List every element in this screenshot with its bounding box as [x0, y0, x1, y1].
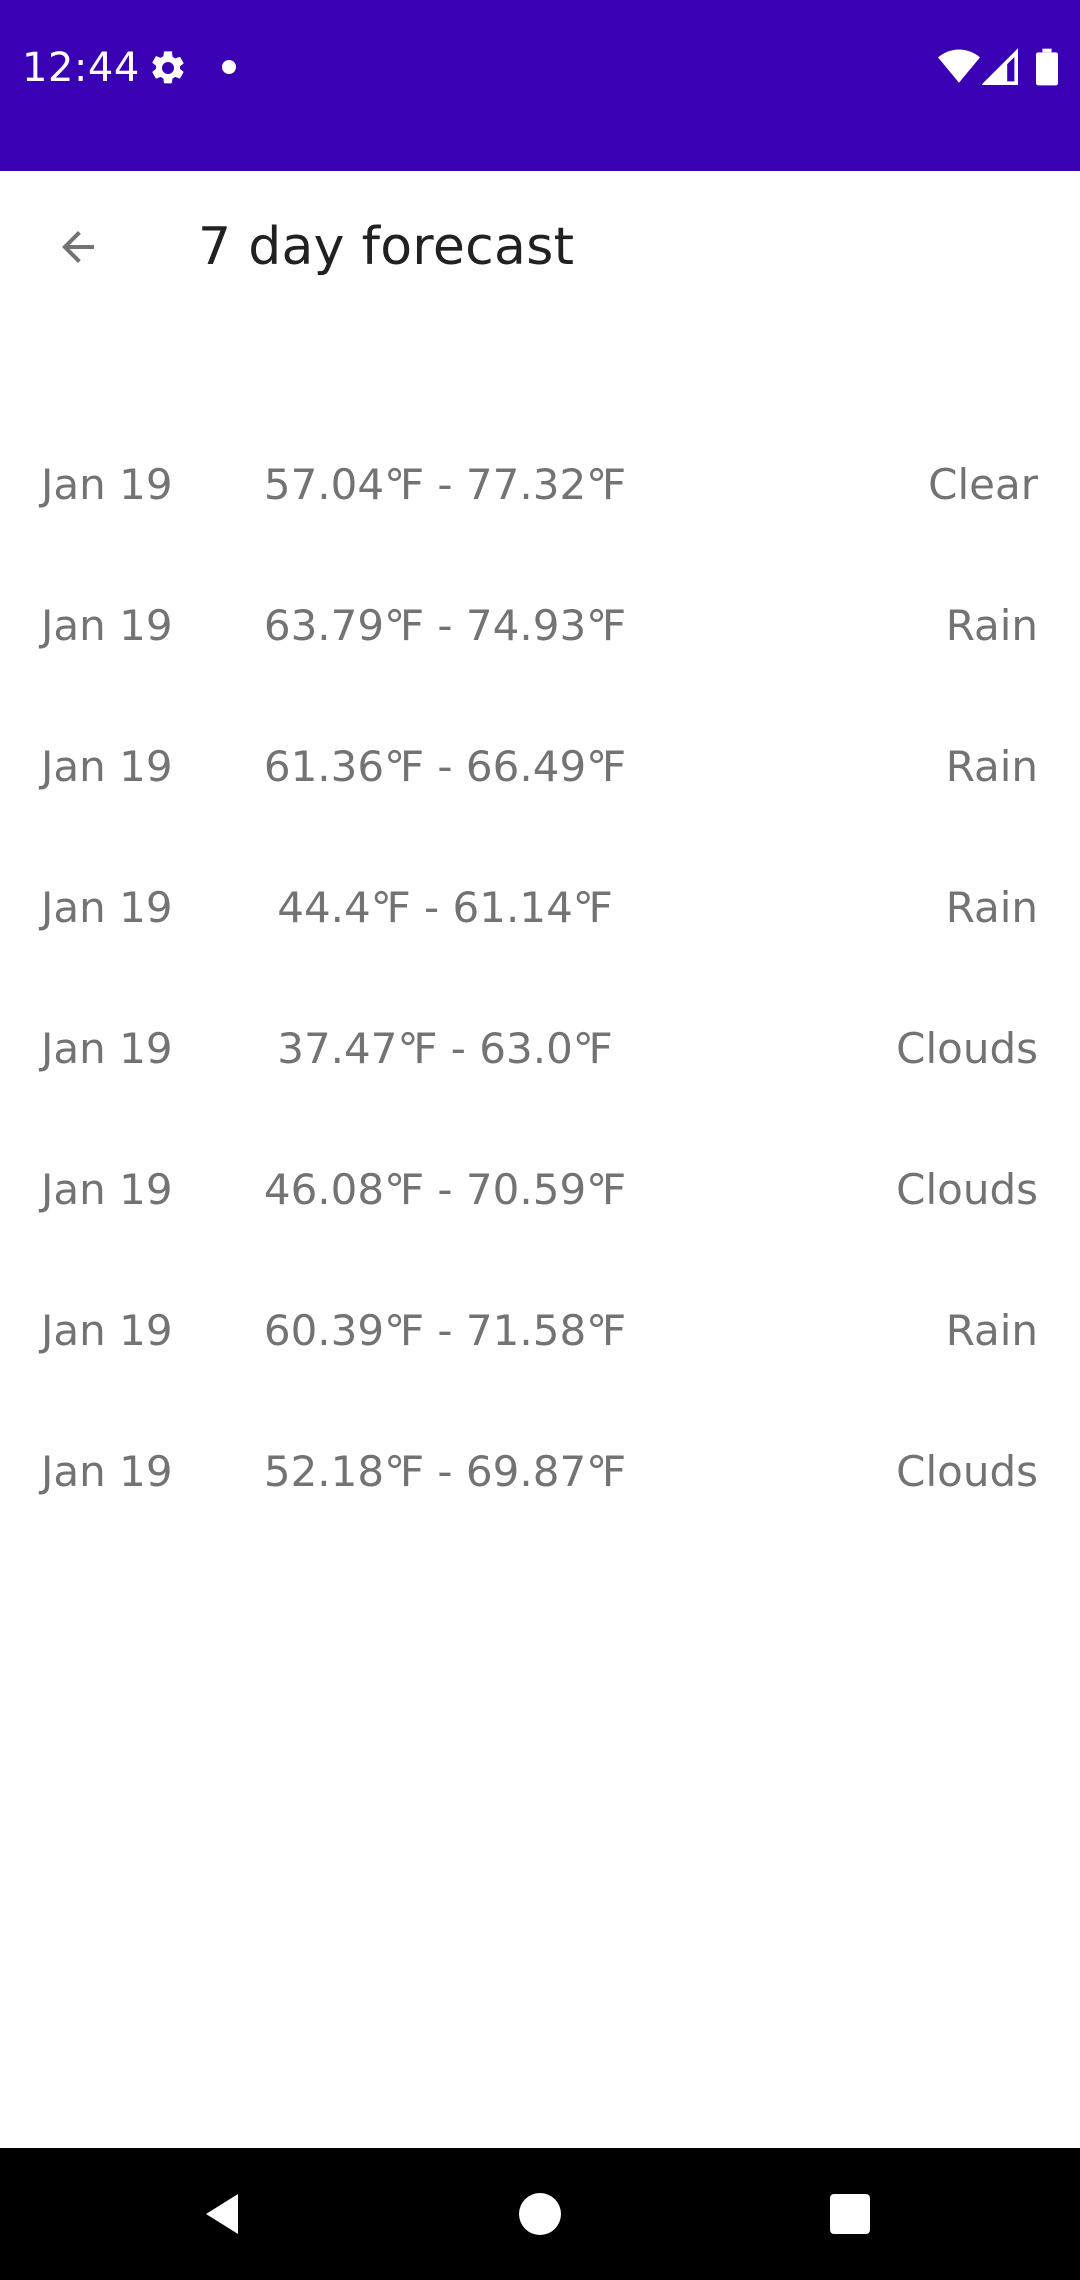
- nav-recents-icon[interactable]: [830, 2194, 870, 2234]
- forecast-date: Jan 19: [41, 883, 173, 932]
- forecast-temp-range: 61.36℉ - 66.49℉: [263, 742, 627, 791]
- arrow-back-icon: [62, 231, 94, 263]
- forecast-row[interactable]: Jan 19 44.4℉ - 61.14℉ Rain: [0, 833, 1080, 974]
- forecast-date: Jan 19: [41, 460, 173, 509]
- forecast-temp-range: 46.08℉ - 70.59℉: [263, 1165, 627, 1214]
- forecast-condition: Clear: [928, 460, 1038, 509]
- forecast-temp-range: 63.79℉ - 74.93℉: [263, 601, 627, 650]
- nav-home-icon[interactable]: [519, 2193, 561, 2235]
- nav-back-icon[interactable]: [198, 2190, 246, 2238]
- forecast-list: Jan 19 57.04℉ - 77.32℉ Clear Jan 19 63.7…: [0, 410, 1080, 1538]
- status-bar: 12:44: [0, 0, 1080, 171]
- forecast-row[interactable]: Jan 19 61.36℉ - 66.49℉ Rain: [0, 692, 1080, 833]
- forecast-temp-range: 57.04℉ - 77.32℉: [263, 460, 627, 509]
- forecast-date: Jan 19: [41, 1024, 173, 1073]
- wifi-icon: [938, 49, 980, 83]
- notification-dot-icon: [222, 60, 236, 74]
- forecast-row[interactable]: Jan 19 37.47℉ - 63.0℉ Clouds: [0, 974, 1080, 1115]
- forecast-temp-range: 60.39℉ - 71.58℉: [263, 1306, 627, 1355]
- forecast-condition: Clouds: [896, 1447, 1038, 1496]
- forecast-date: Jan 19: [41, 601, 173, 650]
- gear-icon: [152, 51, 184, 84]
- forecast-temp-range: 52.18℉ - 69.87℉: [263, 1447, 627, 1496]
- back-button[interactable]: [42, 211, 114, 283]
- forecast-date: Jan 19: [41, 1306, 173, 1355]
- forecast-row[interactable]: Jan 19 52.18℉ - 69.87℉ Clouds: [0, 1397, 1080, 1538]
- forecast-row[interactable]: Jan 19 60.39℉ - 71.58℉ Rain: [0, 1256, 1080, 1397]
- page-title: 7 day forecast: [198, 217, 575, 277]
- forecast-condition: Rain: [945, 601, 1038, 650]
- forecast-date: Jan 19: [41, 742, 173, 791]
- cell-signal-icon: [982, 48, 1018, 85]
- battery-icon: [1036, 48, 1058, 86]
- forecast-row[interactable]: Jan 19 57.04℉ - 77.32℉ Clear: [0, 410, 1080, 551]
- forecast-condition: Clouds: [896, 1024, 1038, 1073]
- forecast-condition: Rain: [945, 742, 1038, 791]
- forecast-row[interactable]: Jan 19 63.79℉ - 74.93℉ Rain: [0, 551, 1080, 692]
- app-bar: 7 day forecast: [0, 171, 1080, 327]
- forecast-date: Jan 19: [41, 1165, 173, 1214]
- forecast-condition: Clouds: [896, 1165, 1038, 1214]
- forecast-temp-range: 44.4℉ - 61.14℉: [277, 883, 613, 932]
- forecast-condition: Rain: [945, 883, 1038, 932]
- forecast-row[interactable]: Jan 19 46.08℉ - 70.59℉ Clouds: [0, 1115, 1080, 1256]
- forecast-condition: Rain: [945, 1306, 1038, 1355]
- forecast-temp-range: 37.47℉ - 63.0℉: [277, 1024, 613, 1073]
- system-nav-bar: [0, 2148, 1080, 2280]
- forecast-date: Jan 19: [41, 1447, 173, 1496]
- status-time: 12:44: [22, 45, 140, 91]
